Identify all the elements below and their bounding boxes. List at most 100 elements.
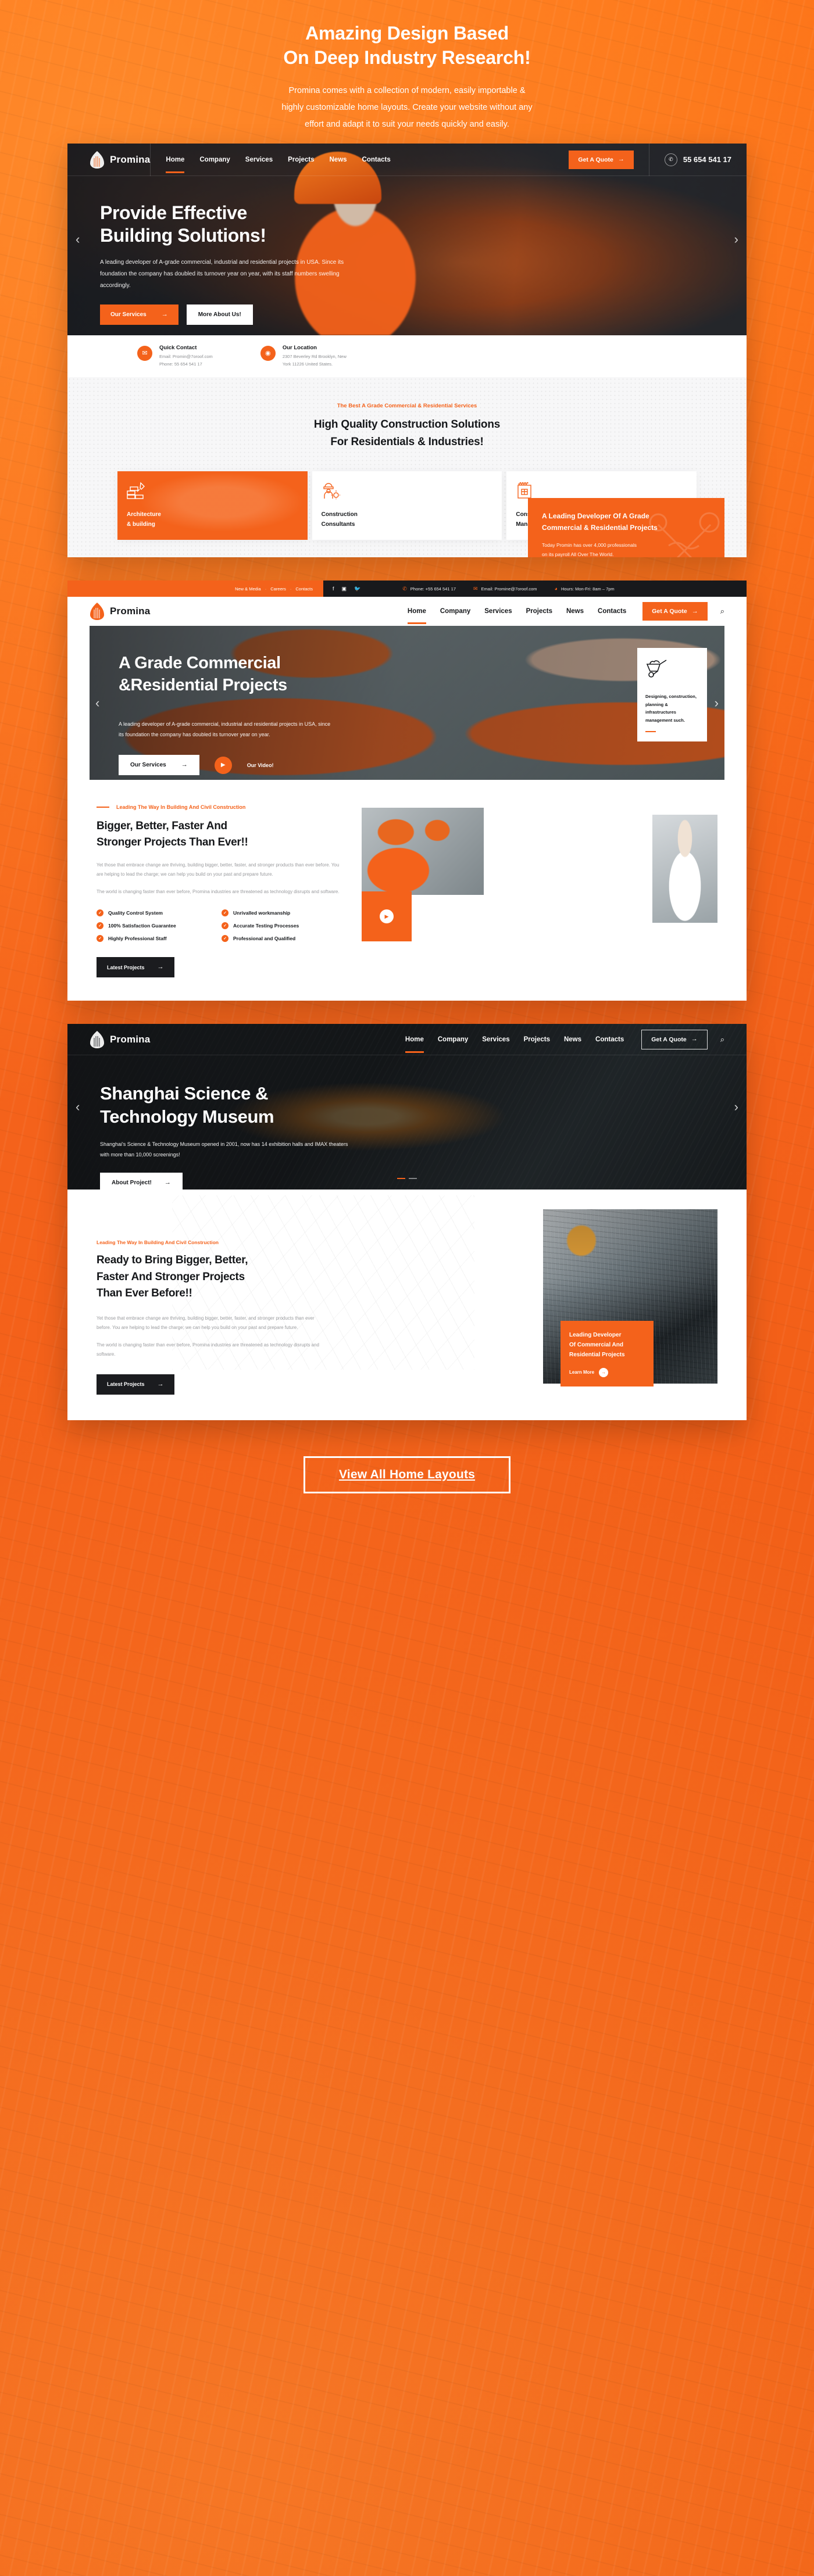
twitter-icon[interactable]: 🐦 <box>354 586 360 592</box>
nav-item-news[interactable]: News <box>564 1036 581 1043</box>
search-icon[interactable]: ⌕ <box>720 1035 724 1044</box>
site-logo[interactable]: Promina <box>90 1030 150 1048</box>
about-paragraph-3-a: Yet those that embrace change are thrivi… <box>97 1315 315 1330</box>
topbar-separator: · <box>290 586 292 592</box>
hero-promo-card-1[interactable]: A Leading Developer Of A Grade Commercia… <box>528 498 724 558</box>
home-layout-preview-1[interactable]: Promina Home Company Services Projects N… <box>67 144 747 558</box>
facebook-icon[interactable]: f <box>333 586 334 592</box>
promina-logo-icon <box>90 603 105 621</box>
topbar-info: f ▣ 🐦 ✆ Phone: +55 654 541 17 ✉ Email: Pro… <box>323 581 747 597</box>
site-logo[interactable]: Promina <box>90 603 150 621</box>
site-navbar-2: Promina Home Company Services Projects N… <box>67 597 747 626</box>
hero-feature-card-2[interactable]: Designing, construction, planning & infr… <box>637 648 707 742</box>
primary-nav[interactable]: Home Company Services Projects News Cont… <box>151 156 569 173</box>
slider-next-button-3[interactable]: › <box>734 1099 738 1115</box>
nav-item-projects[interactable]: Projects <box>288 156 314 163</box>
our-video-label: Our Video! <box>247 762 274 768</box>
arrow-right-icon: → <box>157 963 164 971</box>
get-a-quote-button[interactable]: Get A Quote → <box>641 1029 708 1049</box>
search-icon[interactable]: ⌕ <box>720 607 724 616</box>
topbar-link-careers[interactable]: Careers <box>270 586 286 592</box>
primary-nav[interactable]: Home Company Services Projects News Cont… <box>407 608 626 625</box>
slider-prev-button-2[interactable]: ‹ <box>95 696 99 711</box>
about-project-button[interactable]: About Project! → <box>100 1172 183 1190</box>
nav-item-home[interactable]: Home <box>166 156 184 173</box>
service-card-consultants[interactable]: Construction Consultants <box>312 471 502 540</box>
get-a-quote-button[interactable]: Get A Quote → <box>642 602 708 621</box>
nav-item-contacts[interactable]: Contacts <box>362 156 391 163</box>
play-icon[interactable]: ▶ <box>214 756 232 774</box>
quick-contact-phone: Phone: 55 654 541 17 <box>159 361 202 367</box>
hero-paragraph-2: A leading developer of A-grade commercia… <box>119 721 331 738</box>
slider-prev-button-3[interactable]: ‹ <box>76 1099 80 1115</box>
home-layout-preview-2[interactable]: New & Media · Careers · Contacts f ▣ 🐦 ✆… <box>67 581 747 1001</box>
about-title-2-line-1: Bigger, Better, Faster And <box>97 820 227 833</box>
nav-item-company[interactable]: Company <box>440 608 470 615</box>
nav-item-contacts[interactable]: Contacts <box>595 1036 624 1043</box>
site-logo[interactable]: Promina <box>90 151 150 169</box>
phone-icon: ✆ <box>402 585 407 592</box>
checklist-item: ✓ Professional and Qualified <box>222 935 347 943</box>
intro-paragraph: Promina comes with a collection of moder… <box>186 83 628 133</box>
view-all-home-layouts-button[interactable]: View All Home Layouts <box>303 1456 511 1493</box>
service-card-architecture[interactable]: Architecture & building <box>117 471 308 540</box>
our-services-label-2: Our Services <box>130 762 166 769</box>
nav-item-projects[interactable]: Projects <box>524 1036 550 1043</box>
latest-projects-button-2[interactable]: Latest Projects → <box>97 957 174 978</box>
primary-nav[interactable]: Home Company Services Projects News Cont… <box>405 1036 624 1053</box>
our-services-button-1[interactable]: Our Services → <box>100 304 178 325</box>
hero-title-1-line-2: Building Solutions! <box>100 224 266 246</box>
topbar-link-contacts[interactable]: Contacts <box>295 586 313 592</box>
topbar-link-news-media[interactable]: New & Media <box>235 586 261 592</box>
header-phone-number: 55 654 541 17 <box>683 155 731 164</box>
about-media-column-2: ▶ <box>362 804 717 977</box>
home-layout-preview-3[interactable]: Promina Home Company Services Projects N… <box>67 1024 747 1420</box>
nav-item-news[interactable]: News <box>566 608 584 615</box>
about-promo-card-3[interactable]: Leading Developer Of Commercial And Resi… <box>560 1320 654 1386</box>
nav-item-news[interactable]: News <box>330 156 347 163</box>
about-title-3-line-1: Ready to Bring Bigger, Better, <box>97 1254 248 1267</box>
nav-item-contacts[interactable]: Contacts <box>598 608 626 615</box>
arrow-right-icon: → <box>161 311 168 318</box>
nav-item-services[interactable]: Services <box>245 156 273 163</box>
nav-item-services[interactable]: Services <box>484 608 512 615</box>
learn-more-link-3[interactable]: Learn More → <box>569 1367 645 1377</box>
services-title: High Quality Construction Solutions For … <box>67 416 747 450</box>
nav-item-home[interactable]: Home <box>405 1036 424 1053</box>
about-kicker-2: Leading The Way In Building And Civil Co… <box>97 804 347 810</box>
nav-item-projects[interactable]: Projects <box>526 608 552 615</box>
header-phone[interactable]: ✆ 55 654 541 17 <box>649 153 747 166</box>
about-video-thumb[interactable]: ▶ <box>362 891 412 942</box>
nav-item-home[interactable]: Home <box>407 608 426 625</box>
about-section-3: Leading The Way In Building And Civil Co… <box>67 1190 747 1420</box>
topbar-meta: ✆ Phone: +55 654 541 17 ✉ Email: Promine@7… <box>402 586 614 592</box>
service-card-consultants-line-2: Consultants <box>321 521 355 528</box>
slider-dot[interactable] <box>409 1178 417 1180</box>
nav-item-services[interactable]: Services <box>482 1036 509 1043</box>
arrow-right-circle-icon: → <box>599 1367 609 1377</box>
our-location-block: ◉ Our Location 2307 Beverley Rd Brooklyn… <box>260 345 347 369</box>
slider-next-button-1[interactable]: › <box>734 232 738 247</box>
slider-next-button-2[interactable]: › <box>715 696 719 711</box>
social-links[interactable]: f ▣ 🐦 <box>333 586 360 592</box>
nav-item-company[interactable]: Company <box>199 156 230 163</box>
slider-prev-button-1[interactable]: ‹ <box>76 232 80 247</box>
checklist-item: ✓ Unrivalled workmanship <box>222 909 347 917</box>
nav-item-company[interactable]: Company <box>438 1036 468 1043</box>
about-paragraph-2-a: Yet those that embrace change are thrivi… <box>97 862 340 877</box>
more-about-us-button[interactable]: More About Us! <box>186 304 253 325</box>
get-a-quote-button[interactable]: Get A Quote → <box>569 150 634 169</box>
intro-paragraph-line-3: effort and adapt it to suit your needs q… <box>305 120 509 130</box>
our-services-button-2[interactable]: Our Services → <box>119 755 199 776</box>
latest-projects-button-3[interactable]: Latest Projects → <box>97 1374 174 1395</box>
service-card-architecture-label: Architecture & building <box>127 510 298 529</box>
site-logo-text: Promina <box>110 153 151 165</box>
get-a-quote-label: Get A Quote <box>651 1036 687 1043</box>
hero-banner-3: Promina Home Company Services Projects N… <box>67 1024 747 1190</box>
hero-slider-dots-3[interactable] <box>397 1178 417 1180</box>
instagram-icon[interactable]: ▣ <box>342 586 347 592</box>
arrow-right-icon: → <box>617 156 624 163</box>
slider-dot-active[interactable] <box>397 1178 405 1180</box>
quick-contact-details: Email: Promin@7oroof.com Phone: 55 654 5… <box>159 353 213 369</box>
topbar-links[interactable]: New & Media · Careers · Contacts <box>67 581 323 597</box>
